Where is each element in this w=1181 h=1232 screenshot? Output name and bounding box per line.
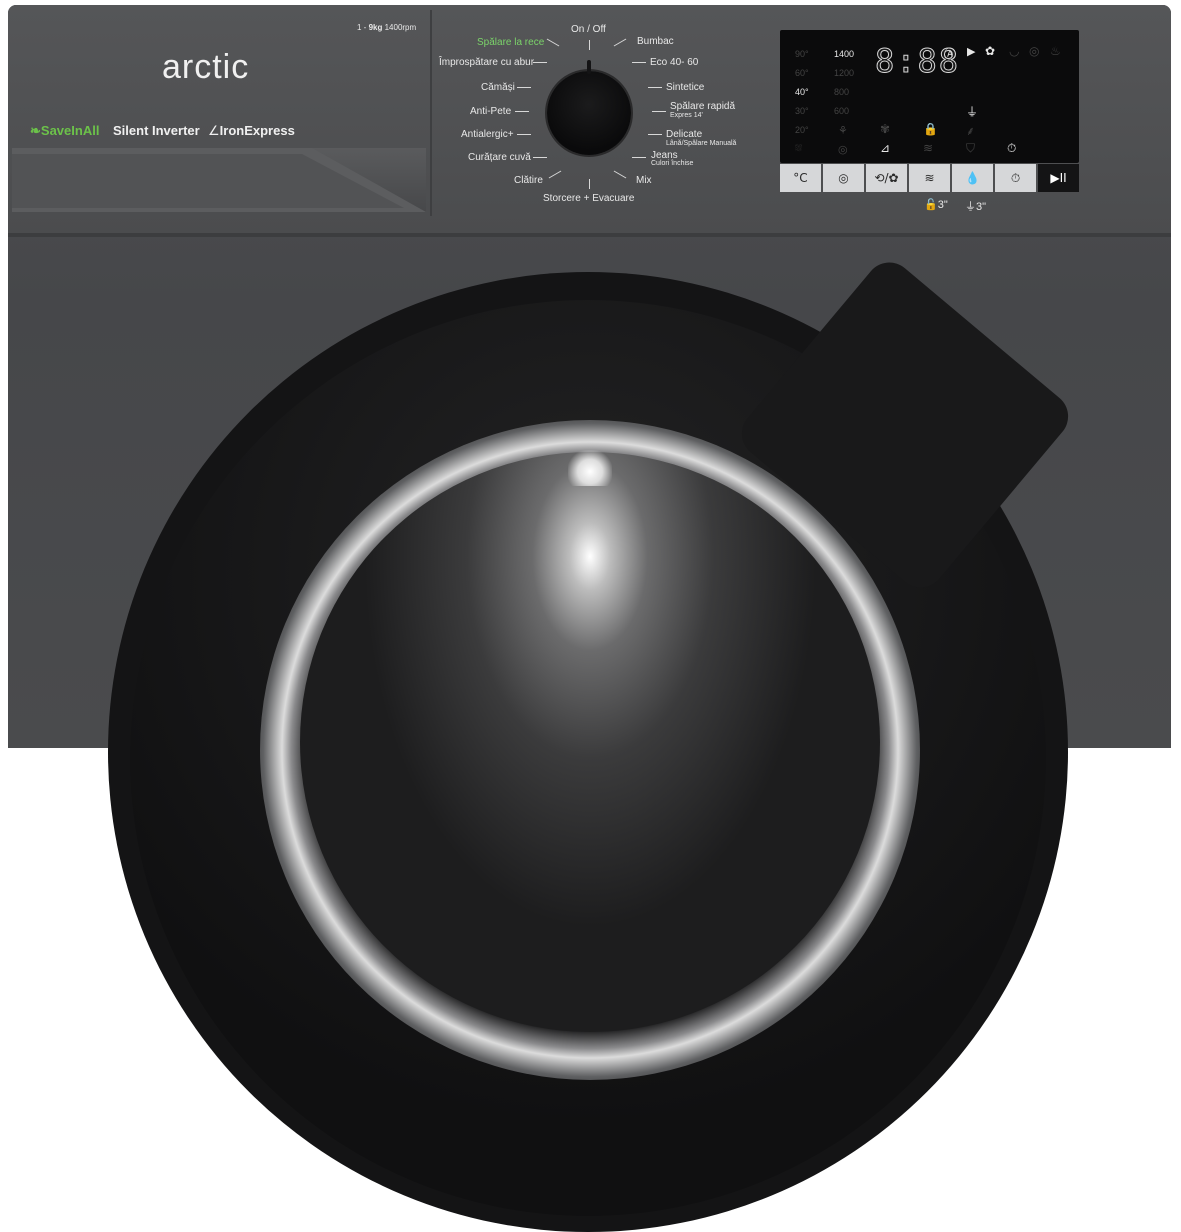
spin-1200: 1200 bbox=[834, 68, 855, 78]
spin-only-icon: ◎ bbox=[838, 144, 848, 156]
leaf-icon: ❧ bbox=[30, 123, 41, 138]
iron-icon: ∠ bbox=[208, 123, 220, 138]
dial-tick bbox=[533, 62, 547, 63]
program-cotton[interactable]: Bumbac bbox=[637, 36, 674, 47]
program-drum-clean[interactable]: Curățare cuvă bbox=[468, 152, 531, 163]
temperature-button[interactable]: °C bbox=[780, 164, 821, 192]
rinse-button[interactable]: ≋ bbox=[909, 164, 950, 192]
drawer-handle bbox=[12, 148, 426, 212]
rinse-indicator-icon: ≋ bbox=[923, 141, 934, 155]
program-shirts[interactable]: Cămăși bbox=[481, 82, 515, 93]
saveinall-badge: ❧SaveInAll bbox=[30, 123, 99, 139]
capacity-label: 1 - 9kg 1400rpm bbox=[357, 23, 416, 32]
dial-tick bbox=[533, 157, 547, 158]
program-cold-wash[interactable]: Spălare la rece bbox=[477, 37, 544, 48]
spin-label: 1400rpm bbox=[384, 23, 417, 32]
feature-ironexpress: IronExpress bbox=[219, 123, 295, 138]
program-antiallergic[interactable]: Antialergic+ bbox=[461, 129, 514, 140]
program-delicates-sub: Lână/Spălare Manuală bbox=[666, 140, 737, 147]
child-lock-hint: 🔓3" bbox=[924, 199, 948, 211]
dial-on-off: On / Off bbox=[571, 24, 606, 35]
start-pause-button[interactable]: ▶II bbox=[1038, 164, 1079, 192]
temp-30: 30° bbox=[795, 106, 809, 116]
dial-tick bbox=[648, 87, 662, 88]
dial-tick bbox=[517, 87, 531, 88]
temp-20: 20° bbox=[795, 125, 809, 135]
spin-button[interactable]: ◎ bbox=[823, 164, 864, 192]
swirl-icon: ◎ bbox=[1029, 44, 1040, 58]
program-eco[interactable]: Eco 40- 60 bbox=[650, 57, 698, 68]
temp-90: 90° bbox=[795, 49, 809, 59]
drawer-divider bbox=[430, 10, 432, 216]
program-steam-refresh[interactable]: Împrospătare cu abur bbox=[439, 57, 534, 68]
ironexpress-badge: ∠IronExpress bbox=[208, 123, 295, 139]
drum-glint bbox=[568, 450, 612, 486]
program-spin-drain[interactable]: Storcere + Evacuare bbox=[543, 193, 634, 204]
shield-icon: ⛉ bbox=[966, 141, 976, 155]
door-glass bbox=[300, 452, 880, 1032]
lock-icon: 🔒 bbox=[923, 122, 938, 136]
dial-tick bbox=[517, 134, 531, 135]
program-mix[interactable]: Mix bbox=[636, 175, 652, 186]
dose-button[interactable]: 💧 bbox=[952, 164, 993, 192]
dial-tick bbox=[648, 134, 662, 135]
capacity-prefix: 1 - bbox=[357, 23, 369, 32]
tub-icon: ◡ bbox=[1009, 44, 1020, 58]
steam-indicator-icon: ⸙ bbox=[966, 124, 976, 138]
iron-stain-button[interactable]: ⟲/✿ bbox=[866, 164, 907, 192]
spin-600: 600 bbox=[834, 106, 850, 116]
extra-rinse-icon: ✾ bbox=[880, 122, 891, 136]
program-selector-knob[interactable] bbox=[547, 71, 631, 155]
iron-express-icon: ⊿ bbox=[880, 141, 891, 155]
spin-800: 800 bbox=[834, 87, 850, 97]
temp-40: 40° bbox=[795, 87, 809, 97]
play-icon: ▶ bbox=[967, 46, 976, 58]
spin-1400: 1400 bbox=[834, 49, 855, 59]
program-anti-stain[interactable]: Anti-Pete bbox=[470, 106, 511, 117]
program-rinse[interactable]: Clătire bbox=[514, 175, 543, 186]
prewash-icon: ⛆ bbox=[795, 143, 803, 153]
dial-tick bbox=[589, 40, 590, 50]
water-hint: ⏚3" bbox=[965, 201, 987, 213]
program-delicates[interactable]: Delicate bbox=[666, 129, 702, 140]
feature-saveinall: SaveInAll bbox=[40, 123, 100, 138]
dial-tick bbox=[589, 179, 590, 189]
function-buttons: °C ◎ ⟲/✿ ≋ 💧 ⏱ ▶II bbox=[780, 164, 1079, 192]
dial-tick bbox=[652, 111, 666, 112]
program-synthetics[interactable]: Sintetice bbox=[666, 82, 704, 93]
steam-icon: ♨ bbox=[1050, 44, 1061, 58]
temp-60: 60° bbox=[795, 68, 809, 78]
delay-timer-button[interactable]: ⏱ bbox=[995, 164, 1036, 192]
knob-indicator bbox=[587, 60, 591, 74]
no-spin-icon: ⚘ bbox=[838, 125, 848, 137]
capacity-value: 9kg bbox=[368, 23, 383, 32]
program-jeans-sub: Culori închise bbox=[651, 160, 694, 167]
program-quick-wash[interactable]: Spălare rapidă bbox=[670, 101, 735, 112]
silent-inverter-badge: Silent Inverter bbox=[113, 123, 200, 138]
panel-seam bbox=[8, 233, 1171, 237]
dial-tick bbox=[632, 157, 646, 158]
dial-tick bbox=[632, 62, 646, 63]
stain-icon: ✿ bbox=[985, 44, 996, 58]
dial-tick bbox=[515, 111, 529, 112]
brand-logo: arctic bbox=[162, 48, 250, 86]
timer-icon: ⏱ bbox=[1007, 141, 1017, 155]
auto-dose-icon: Ⓐ bbox=[944, 47, 957, 61]
program-quick-wash-sub: Expres 14' bbox=[670, 112, 703, 119]
water-icon: ⏚ bbox=[966, 105, 979, 119]
